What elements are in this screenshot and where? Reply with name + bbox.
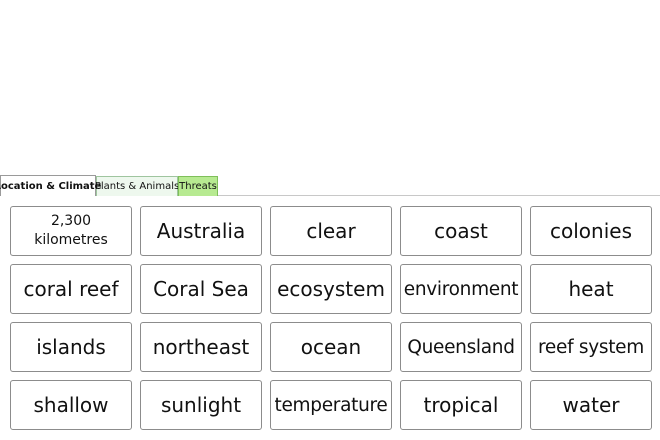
word-card[interactable]: shallow <box>10 380 132 430</box>
word-card[interactable]: temperature <box>270 380 392 430</box>
tab-location-climate[interactable]: Location & Climate <box>0 175 101 196</box>
word-card[interactable]: Australia <box>140 206 262 256</box>
word-card[interactable]: ecosystem <box>270 264 392 314</box>
word-card[interactable]: heat <box>530 264 652 314</box>
word-card[interactable]: northeast <box>140 322 262 372</box>
word-card[interactable]: 2,300 kilometres <box>10 206 132 256</box>
word-card[interactable]: Queensland <box>400 322 522 372</box>
word-card[interactable]: islands <box>10 322 132 372</box>
word-card[interactable]: Coral Sea <box>140 264 262 314</box>
word-card[interactable]: coast <box>400 206 522 256</box>
word-card[interactable]: sunlight <box>140 380 262 430</box>
word-grid: 2,300 kilometres Australia clear coast c… <box>10 206 652 430</box>
word-card[interactable]: environment <box>400 264 522 314</box>
word-card[interactable]: reef system <box>530 322 652 372</box>
word-card[interactable]: clear <box>270 206 392 256</box>
word-card[interactable]: water <box>530 380 652 430</box>
tab-plants-animals[interactable]: Plants & Animals <box>95 176 179 196</box>
tab-threats[interactable]: Threats <box>178 176 218 196</box>
word-card[interactable]: coral reef <box>10 264 132 314</box>
word-card[interactable]: tropical <box>400 380 522 430</box>
word-card[interactable]: colonies <box>530 206 652 256</box>
word-card[interactable]: ocean <box>270 322 392 372</box>
